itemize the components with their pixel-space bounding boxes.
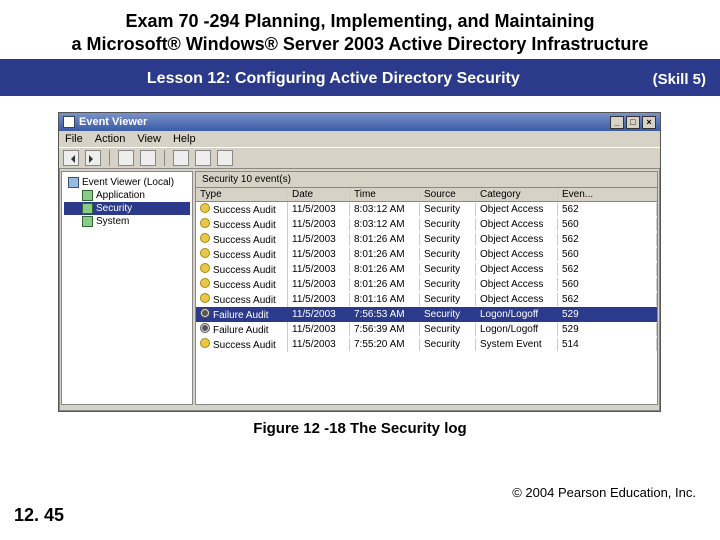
col-date[interactable]: Date <box>288 188 350 201</box>
refresh-icon[interactable] <box>173 150 189 166</box>
skill-label: (Skill 5) <box>653 71 706 88</box>
back-icon[interactable] <box>63 150 79 166</box>
export-icon[interactable] <box>195 150 211 166</box>
lesson-label: Lesson 12: Configuring Active Directory … <box>14 70 653 88</box>
key-icon <box>200 218 210 228</box>
table-row[interactable]: Success Audit11/5/20038:03:12 AMSecurity… <box>196 202 657 217</box>
close-button[interactable]: × <box>642 116 656 129</box>
menu-help[interactable]: Help <box>173 133 196 145</box>
key-icon <box>200 293 210 303</box>
window-titlebar[interactable]: Event Viewer _ □ × <box>59 113 660 131</box>
exam-title-line1: Exam 70 -294 Planning, Implementing, and… <box>30 10 690 33</box>
key-icon <box>200 203 210 213</box>
up-icon[interactable] <box>118 150 134 166</box>
tree-root-label: Event Viewer (Local) <box>82 177 174 188</box>
tree-pane[interactable]: Event Viewer (Local) Application Securit… <box>61 171 193 405</box>
slide-title: Exam 70 -294 Planning, Implementing, and… <box>0 0 720 62</box>
menu-action[interactable]: Action <box>95 133 126 145</box>
event-viewer-window: Event Viewer _ □ × File Action View Help… <box>58 112 661 412</box>
minimize-button[interactable]: _ <box>610 116 624 129</box>
menu-bar: File Action View Help <box>59 131 660 147</box>
table-row[interactable]: Success Audit11/5/20038:01:26 AMSecurity… <box>196 262 657 277</box>
folder-icon <box>68 177 79 188</box>
key-icon <box>200 278 210 288</box>
col-category[interactable]: Category <box>476 188 558 201</box>
menu-view[interactable]: View <box>137 133 161 145</box>
table-row[interactable]: Failure Audit11/5/20037:56:39 AMSecurity… <box>196 322 657 337</box>
event-list: Security 10 event(s) Type Date Time Sour… <box>195 171 658 405</box>
col-event[interactable]: Even... <box>558 188 657 201</box>
col-time[interactable]: Time <box>350 188 420 201</box>
tree-security[interactable]: Security <box>64 202 190 215</box>
key-icon <box>200 248 210 258</box>
app-icon <box>63 116 75 128</box>
table-row[interactable]: Success Audit11/5/20038:01:26 AMSecurity… <box>196 232 657 247</box>
tree-root[interactable]: Event Viewer (Local) <box>64 176 190 189</box>
log-icon <box>82 190 93 201</box>
toolbar <box>59 147 660 169</box>
table-row[interactable]: Success Audit11/5/20037:55:20 AMSecurity… <box>196 337 657 352</box>
table-row[interactable]: Success Audit11/5/20038:01:26 AMSecurity… <box>196 247 657 262</box>
table-row[interactable]: Failure Audit11/5/20037:56:53 AMSecurity… <box>196 307 657 322</box>
properties-icon[interactable] <box>140 150 156 166</box>
exam-title-line2: a Microsoft® Windows® Server 2003 Active… <box>30 33 690 56</box>
lock-icon <box>200 308 210 318</box>
table-row[interactable]: Success Audit11/5/20038:01:16 AMSecurity… <box>196 292 657 307</box>
list-caption: Security 10 event(s) <box>196 172 657 188</box>
column-headers[interactable]: Type Date Time Source Category Even... <box>196 188 657 202</box>
copyright: © 2004 Pearson Education, Inc. <box>512 485 696 500</box>
window-title: Event Viewer <box>79 116 147 128</box>
log-icon <box>82 216 93 227</box>
menu-file[interactable]: File <box>65 133 83 145</box>
event-rows: Success Audit11/5/20038:03:12 AMSecurity… <box>196 202 657 404</box>
col-type[interactable]: Type <box>196 188 288 201</box>
col-source[interactable]: Source <box>420 188 476 201</box>
tree-system[interactable]: System <box>64 215 190 228</box>
figure-caption: Figure 12 -18 The Security log <box>0 420 720 437</box>
maximize-button[interactable]: □ <box>626 116 640 129</box>
key-icon <box>200 338 210 348</box>
key-icon <box>200 233 210 243</box>
table-row[interactable]: Success Audit11/5/20038:01:26 AMSecurity… <box>196 277 657 292</box>
lock-icon <box>200 323 210 333</box>
page-number: 12. 45 <box>14 505 64 526</box>
help-icon[interactable] <box>217 150 233 166</box>
log-icon <box>82 203 93 214</box>
key-icon <box>200 263 210 273</box>
lesson-bar: Lesson 12: Configuring Active Directory … <box>0 62 720 96</box>
tree-application[interactable]: Application <box>64 189 190 202</box>
forward-icon[interactable] <box>85 150 101 166</box>
table-row[interactable]: Success Audit11/5/20038:03:12 AMSecurity… <box>196 217 657 232</box>
